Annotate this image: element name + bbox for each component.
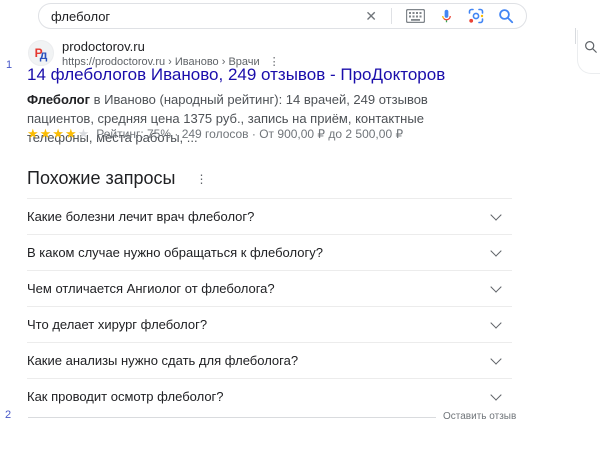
snippet-bold-keyword: Флеболог <box>27 92 90 107</box>
related-searches-title: Похожие запросы <box>27 168 175 189</box>
chevron-down-icon <box>490 389 501 400</box>
rating-summary: Рейтинг: 75% · 249 голосов · От 900,00 ₽… <box>96 127 403 141</box>
star-empty-icon: ★ <box>78 126 90 142</box>
search-bar-icons: ✕ <box>365 8 514 24</box>
result-title-link[interactable]: 14 флебологов Иваново, 249 отзывов - Про… <box>27 65 445 85</box>
footer-divider <box>28 417 436 418</box>
question-text: Какие анализы нужно сдать для флеболога? <box>27 353 298 368</box>
google-serp-page: флеболог ✕ <box>0 0 600 451</box>
related-question-row[interactable]: Что делает хирург флеболог? <box>27 306 512 342</box>
related-question-row[interactable]: Какие болезни лечит врач флеболог? <box>27 198 512 234</box>
question-text: Что делает хирург флеболог? <box>27 317 207 332</box>
panel-search-icon[interactable] <box>584 40 598 54</box>
side-panel-corner <box>577 30 600 74</box>
search-bar[interactable]: флеболог ✕ <box>38 3 527 29</box>
search-submit-icon[interactable] <box>498 8 514 24</box>
related-searches-header: Похожие запросы ⋮ <box>27 168 207 189</box>
question-text: В каком случае нужно обращаться к флебол… <box>27 245 323 260</box>
chevron-down-icon <box>490 245 501 256</box>
related-question-row[interactable]: Какие анализы нужно сдать для флеболога? <box>27 342 512 378</box>
clear-icon[interactable]: ✕ <box>365 9 377 23</box>
rating-row: ★★★★ ★ Рейтинг: 75% · 249 голосов · От 9… <box>27 126 403 142</box>
panel-divider <box>575 28 576 44</box>
question-text: Какие болезни лечит врач флеболог? <box>27 209 254 224</box>
favicon-letter-d: д <box>40 48 48 62</box>
annotation-marker-2: 2 <box>5 409 11 421</box>
leave-review-link[interactable]: Оставить отзыв <box>443 411 516 422</box>
related-questions-list: Какие болезни лечит врач флеболог? В как… <box>27 198 512 414</box>
annotation-marker-1: 1 <box>6 59 12 71</box>
site-favicon: Рд <box>28 40 54 66</box>
search-input[interactable]: флеболог <box>51 9 365 24</box>
related-question-row[interactable]: Как проводит осмотр флеболог? <box>27 378 512 414</box>
question-text: Как проводит осмотр флеболог? <box>27 389 224 404</box>
google-lens-icon[interactable] <box>468 8 484 24</box>
chevron-down-icon <box>490 209 501 220</box>
voice-search-mic-icon[interactable] <box>439 8 454 24</box>
question-text: Чем отличается Ангиолог от флеболога? <box>27 281 275 296</box>
site-name: prodoctorov.ru <box>62 40 145 54</box>
related-more-icon[interactable]: ⋮ <box>195 172 207 186</box>
chevron-down-icon <box>490 317 501 328</box>
keyboard-icon[interactable] <box>406 9 425 23</box>
chevron-down-icon <box>490 353 501 364</box>
stars-filled-icon: ★★★★ <box>27 126 78 142</box>
related-question-row[interactable]: В каком случае нужно обращаться к флебол… <box>27 234 512 270</box>
related-question-row[interactable]: Чем отличается Ангиолог от флеболога? <box>27 270 512 306</box>
chevron-down-icon <box>490 281 501 292</box>
divider <box>391 8 392 24</box>
